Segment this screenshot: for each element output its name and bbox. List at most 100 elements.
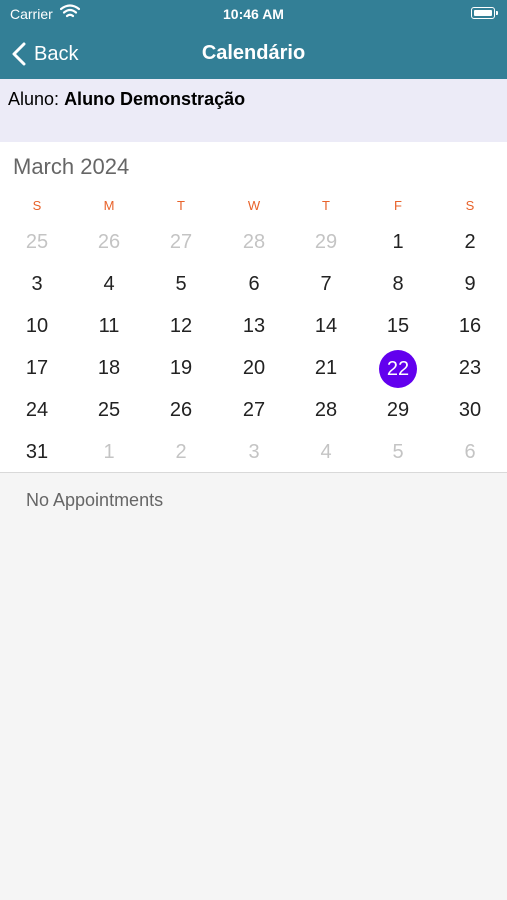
back-button-label: Back [34,42,79,65]
calendar-day-number: 20 [242,357,266,379]
calendar-day-number: 2 [175,441,187,463]
calendar-day[interactable]: 24 [1,389,73,431]
calendar-day-number: 28 [242,231,266,253]
calendar-day-number: 26 [97,231,121,253]
calendar-day-number: 27 [169,231,193,253]
status-time: 10:46 AM [223,6,284,22]
calendar-day[interactable]: 14 [290,305,362,347]
calendar-day[interactable]: 5 [362,431,434,473]
weekday-label: W [247,198,261,213]
calendar-day[interactable]: 2 [434,221,506,263]
calendar-day[interactable]: 3 [218,431,290,473]
calendar-day-number: 12 [169,315,193,337]
calendar-day[interactable]: 12 [145,305,217,347]
calendar-day-number: 6 [464,441,476,463]
calendar-day[interactable]: 1 [362,221,434,263]
calendar-day[interactable]: 27 [145,221,217,263]
calendar-day-number: 3 [248,441,260,463]
calendar-day[interactable]: 27 [218,389,290,431]
calendar-day[interactable]: 26 [145,389,217,431]
navigation-bar: Back Calendário [0,30,507,79]
calendar-day[interactable]: 28 [290,389,362,431]
calendar-day-number: 18 [97,357,121,379]
calendar-day[interactable]: 3 [1,263,73,305]
calendar-day-number: 6 [248,273,260,295]
calendar-day[interactable]: 15 [362,305,434,347]
calendar-day[interactable]: 18 [73,347,145,389]
calendar-day[interactable]: 17 [1,347,73,389]
calendar-day[interactable]: 21 [290,347,362,389]
calendar-day-number: 14 [314,315,338,337]
calendar-day[interactable]: 7 [290,263,362,305]
calendar-day-number: 23 [458,357,482,379]
calendar-day[interactable]: 19 [145,347,217,389]
calendar-day[interactable]: 31 [1,431,73,473]
calendar-day-number: 9 [464,273,476,295]
calendar-day[interactable]: 28 [218,221,290,263]
calendar-day[interactable]: 20 [218,347,290,389]
weekday-label: T [177,198,185,213]
calendar-day-number: 31 [25,441,49,463]
calendar-day-number: 5 [175,273,187,295]
student-name: Aluno Demonstração [64,89,246,109]
calendar-day[interactable]: 11 [73,305,145,347]
status-bar: Carrier 10:46 AM [0,0,507,30]
calendar-day-number: 30 [458,399,482,421]
calendar-day-number: 5 [392,441,404,463]
weekday-label: S [465,198,475,213]
calendar-day[interactable]: 4 [73,263,145,305]
calendar-day[interactable]: 29 [290,221,362,263]
calendar-day[interactable]: 1 [73,431,145,473]
weekday-label: F [394,198,402,213]
calendar-day-number: 2 [464,231,476,253]
calendar-day[interactable]: 5 [145,263,217,305]
calendar-day[interactable]: 2 [145,431,217,473]
calendar-day[interactable]: 6 [218,263,290,305]
calendar-day[interactable]: 13 [218,305,290,347]
calendar-week-row: 31 1 2 3 4 5 6 [0,431,507,473]
calendar-day[interactable]: 25 [73,389,145,431]
weekday-header-row: SMTWTFS [0,198,507,216]
calendar-day-number: 8 [392,273,404,295]
calendar-day[interactable]: 8 [362,263,434,305]
calendar-day-number: 29 [386,399,410,421]
calendar-day-number: 10 [25,315,49,337]
calendar-day-number: 19 [169,357,193,379]
calendar-day-number: 24 [25,399,49,421]
calendar-day-number: 3 [31,273,43,295]
calendar-day[interactable]: 26 [73,221,145,263]
back-button[interactable]: Back [12,40,78,68]
no-appointments-message: No Appointments [26,490,164,510]
calendar-day-number: 26 [169,399,193,421]
calendar-day[interactable]: 23 [434,347,506,389]
calendar-day[interactable]: 4 [290,431,362,473]
calendar-day-number: 25 [97,399,121,421]
calendar-day-number: 22 [379,349,417,388]
calendar-day[interactable]: 9 [434,263,506,305]
calendar-week-row: 3 4 5 6 7 8 9 [0,263,507,305]
weekday-label: M [103,198,115,213]
calendar-day[interactable]: 10 [1,305,73,347]
student-line: Aluno: Aluno Demonstração [8,89,245,110]
calendar: March 2024 SMTWTFS 25 26 27 28 29 1 2 3 4 5 6 7 8 9 10… [0,142,507,473]
calendar-day-number: 15 [386,315,410,337]
calendar-day-number: 1 [392,231,404,253]
calendar-day-number: 25 [25,231,49,253]
calendar-day-number: 7 [320,273,332,295]
calendar-day-number: 27 [242,399,266,421]
weekday-label: T [322,198,330,213]
student-prefix: Aluno: [8,89,60,109]
battery-icon [471,7,498,19]
calendar-day-number: 21 [314,357,338,379]
calendar-day[interactable]: 6 [434,431,506,473]
student-info-bar: Aluno: Aluno Demonstração [0,79,507,142]
calendar-day-number: 4 [103,273,115,295]
calendar-day-number: 1 [103,441,115,463]
calendar-day[interactable]: 25 [1,221,73,263]
calendar-day[interactable]: 29 [362,389,434,431]
calendar-day[interactable]: 16 [434,305,506,347]
calendar-day-number: 17 [25,357,49,379]
calendar-day[interactable]: 30 [434,389,506,431]
calendar-day-number: 29 [314,231,338,253]
calendar-day-selected[interactable]: 22 [362,347,434,389]
